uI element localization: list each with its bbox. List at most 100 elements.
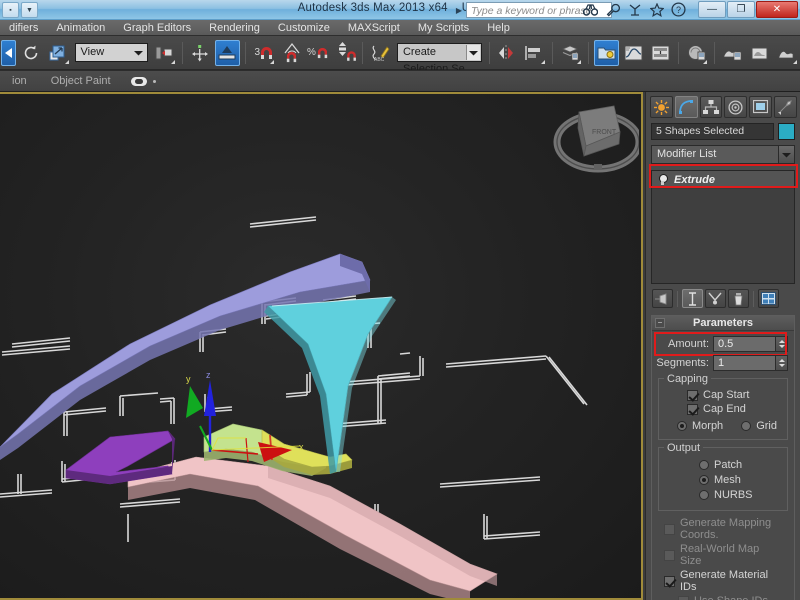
segments-label: Segments:	[656, 357, 709, 369]
spinner-snap-button[interactable]	[332, 40, 357, 66]
pin-stack-button[interactable]	[652, 289, 673, 308]
grid-radio[interactable]	[741, 421, 751, 431]
ribbon-toggle-icon[interactable]	[131, 77, 147, 86]
display-tab[interactable]	[749, 96, 772, 118]
named-selection-sets-button[interactable]: ABC	[368, 40, 393, 66]
show-end-result-button[interactable]	[682, 289, 703, 308]
menu-modifiers[interactable]: difiers	[0, 20, 47, 36]
menu-help[interactable]: Help	[478, 20, 519, 36]
chevron-down-icon-modlist[interactable]	[778, 146, 794, 163]
wrench-icon[interactable]	[605, 2, 620, 17]
render-setup-button[interactable]	[720, 40, 745, 66]
select-rotate-button[interactable]	[18, 40, 43, 66]
create-selection-set-input[interactable]: Create Selection Se	[397, 43, 482, 62]
parameters-rollout-header[interactable]: − Parameters	[652, 316, 794, 331]
generate-material-ids-label: Generate Material IDs	[680, 569, 782, 593]
morph-radio[interactable]	[677, 421, 687, 431]
keyboard-shortcut-override-button[interactable]	[215, 40, 240, 66]
select-scale-button[interactable]	[45, 40, 70, 66]
amount-input[interactable]	[713, 336, 775, 352]
lightbulb-icon[interactable]	[658, 174, 667, 185]
object-color-swatch[interactable]	[778, 123, 795, 140]
remove-modifier-button[interactable]	[728, 289, 749, 308]
cap-start-row[interactable]: Cap Start	[687, 389, 781, 401]
menu-maxscript[interactable]: MAXScript	[339, 20, 409, 36]
ribbon-tab-object-paint[interactable]: Object Paint	[39, 70, 123, 92]
mask-icon[interactable]	[627, 2, 642, 17]
generate-mapping-coords-checkbox[interactable]	[664, 524, 675, 535]
schematic-view-button[interactable]	[648, 40, 673, 66]
menu-animation[interactable]: Animation	[47, 20, 114, 36]
generate-mapping-coords-row[interactable]: Generate Mapping Coords.	[664, 517, 782, 541]
reference-coordinate-system-dropdown[interactable]: View	[75, 43, 148, 62]
search-flyout-arrow-icon[interactable]: ▶	[454, 6, 464, 15]
minimize-button[interactable]: —	[698, 1, 726, 18]
select-object-button[interactable]	[1, 40, 16, 66]
select-and-manipulate-button[interactable]	[188, 40, 213, 66]
restore-button[interactable]: ❐	[727, 1, 755, 18]
segments-spinner[interactable]	[713, 355, 788, 371]
favorites-star-icon[interactable]	[649, 2, 664, 17]
app-title-text: Autodesk 3ds Max 2013 x64	[298, 2, 448, 14]
scene-explorer-button[interactable]	[594, 40, 619, 66]
generate-material-ids-row[interactable]: Generate Material IDs	[664, 569, 782, 593]
menu-customize[interactable]: Customize	[269, 20, 339, 36]
menu-rendering[interactable]: Rendering	[200, 20, 269, 36]
modify-tab[interactable]	[675, 96, 698, 118]
output-patch-radio[interactable]	[699, 460, 709, 470]
use-shape-ids-checkbox[interactable]	[678, 596, 689, 600]
make-unique-button[interactable]	[705, 289, 726, 308]
morph-radio-row[interactable]: Morph	[677, 420, 723, 432]
amount-spinner[interactable]	[713, 336, 788, 352]
segments-spinner-arrows[interactable]	[775, 355, 788, 371]
real-world-map-size-row[interactable]: Real-World Map Size	[664, 543, 782, 567]
modifier-stack[interactable]: Extrude	[651, 170, 795, 284]
configure-modifier-sets-button[interactable]	[758, 289, 779, 308]
angle-snap-button[interactable]	[278, 40, 303, 66]
align-flyout-button[interactable]	[522, 40, 547, 66]
cap-end-row[interactable]: Cap End	[687, 403, 781, 415]
mirror-button[interactable]	[495, 40, 520, 66]
percent-snap-button[interactable]: %	[305, 40, 330, 66]
motion-tab[interactable]	[724, 96, 747, 118]
output-mesh-row[interactable]: Mesh	[699, 474, 781, 486]
generate-material-ids-checkbox[interactable]	[664, 576, 675, 587]
segments-input[interactable]	[713, 355, 775, 371]
menu-my-scripts[interactable]: My Scripts	[409, 20, 478, 36]
cap-end-checkbox[interactable]	[687, 404, 698, 415]
close-button[interactable]: ✕	[756, 1, 798, 18]
snaps-toggle-button[interactable]: 3	[251, 40, 276, 66]
create-tab[interactable]	[650, 96, 673, 118]
grid-radio-row[interactable]: Grid	[741, 420, 777, 432]
amount-spinner-arrows[interactable]	[775, 336, 788, 352]
help-icon[interactable]: ?	[671, 2, 686, 17]
modifier-list-dropdown[interactable]: Modifier List	[651, 145, 795, 164]
hierarchy-tab[interactable]	[700, 96, 723, 118]
menu-graph-editors[interactable]: Graph Editors	[114, 20, 200, 36]
collapse-icon[interactable]: −	[655, 318, 665, 328]
cap-start-checkbox[interactable]	[687, 390, 698, 401]
output-nurbs-row[interactable]: NURBS	[699, 489, 781, 501]
use-center-flyout-button[interactable]	[152, 40, 177, 66]
magnet-icon-angle	[287, 51, 296, 61]
amount-label: Amount:	[668, 338, 709, 350]
material-editor-button[interactable]	[684, 40, 709, 66]
layer-manager-button[interactable]	[558, 40, 583, 66]
ribbon-tab-selection[interactable]: ion	[0, 70, 39, 92]
output-patch-row[interactable]: Patch	[699, 459, 781, 471]
window-controls: — ❐ ✕	[698, 1, 798, 18]
output-nurbs-radio[interactable]	[699, 490, 709, 500]
use-shape-ids-row[interactable]: Use Shape IDs	[678, 595, 782, 600]
utilities-tab[interactable]	[774, 96, 797, 118]
rendered-frame-window-button[interactable]	[747, 40, 772, 66]
real-world-map-size-checkbox[interactable]	[664, 550, 675, 561]
gizmo-y-label: y	[186, 374, 191, 384]
perspective-viewport[interactable]: y x z FRONT	[0, 94, 641, 598]
chevron-down-icon-2[interactable]	[466, 45, 480, 60]
binoculars-icon[interactable]	[583, 2, 598, 17]
object-name-field[interactable]: 5 Shapes Selected	[651, 123, 774, 140]
stack-item-extrude[interactable]: Extrude	[652, 171, 794, 189]
render-production-button[interactable]	[774, 40, 799, 66]
output-mesh-radio[interactable]	[699, 475, 709, 485]
curve-editor-button[interactable]	[621, 40, 646, 66]
